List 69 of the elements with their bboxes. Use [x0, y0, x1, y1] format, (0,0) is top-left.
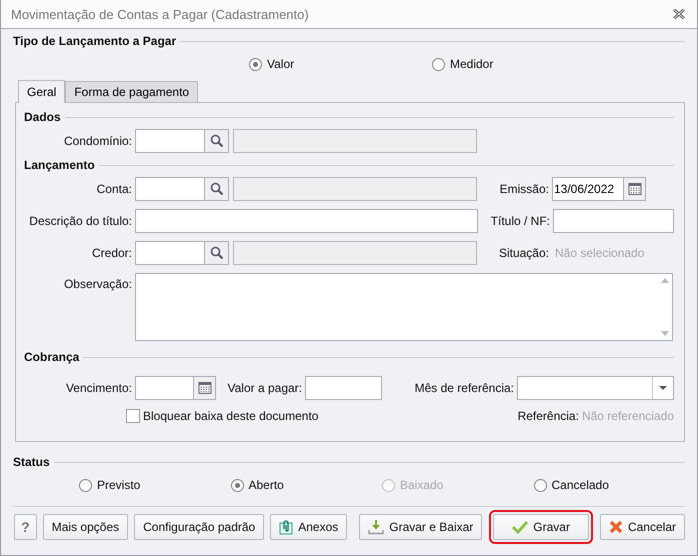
checkbox[interactable] — [126, 409, 140, 423]
field-label: Descrição do título: — [28, 214, 132, 228]
text-area[interactable] — [135, 273, 673, 341]
field-label: Credor: — [90, 246, 132, 260]
search-button[interactable] — [205, 177, 229, 201]
action-button[interactable]: Configuração padrão — [134, 514, 264, 540]
field-label: Mês de referência: — [414, 381, 514, 395]
dropdown-icon — [659, 386, 667, 390]
scroll-up-icon[interactable] — [660, 278, 668, 283]
close-icon[interactable] — [673, 9, 685, 19]
radio-label: Cancelado — [552, 478, 609, 492]
check-icon — [512, 520, 528, 534]
section-heading: Dados — [24, 110, 61, 124]
text-field[interactable] — [553, 209, 674, 233]
action-button[interactable]: Cancelar — [600, 514, 685, 540]
field-label: Vencimento: — [64, 381, 132, 395]
radio-label: Aberto — [248, 478, 284, 492]
calendar-button[interactable] — [194, 376, 216, 400]
action-button[interactable]: Gravar e Baixar — [359, 514, 482, 540]
radio-label: Baixado — [400, 478, 444, 492]
section-heading: Status — [13, 455, 50, 469]
search-icon — [210, 246, 224, 260]
radio-label: Previsto — [97, 478, 140, 492]
code-field[interactable] — [135, 129, 205, 153]
radio-button[interactable] — [230, 478, 244, 492]
date-field[interactable]: 13/06/2022 — [552, 177, 624, 201]
section-heading: Lançamento — [24, 158, 95, 172]
window-title: Movimentação de Contas a Pagar (Cadastramento) — [11, 6, 310, 22]
month-dropdown[interactable] — [517, 376, 674, 400]
calendar-button[interactable] — [624, 177, 646, 201]
field-label: Conta: — [96, 182, 132, 196]
section-heading: Tipo de Lançamento a Pagar — [13, 34, 176, 48]
text-field[interactable] — [135, 209, 478, 233]
search-button[interactable] — [205, 129, 229, 153]
field-label: Valor a pagar: — [226, 381, 302, 395]
tab[interactable]: Geral — [18, 80, 66, 103]
field-label: Título / NF: — [490, 214, 550, 228]
search-icon — [210, 134, 224, 148]
search-button[interactable] — [205, 241, 229, 265]
checkbox-label: Bloquear baixa deste documento — [143, 409, 318, 423]
amount-field[interactable] — [305, 376, 382, 400]
download-icon — [368, 519, 384, 535]
cancel-icon — [608, 520, 623, 534]
date-field[interactable] — [135, 376, 194, 400]
radio-button[interactable] — [432, 58, 445, 70]
action-button[interactable]: Mais opções — [42, 514, 128, 540]
field-label: Condomínio: — [62, 134, 132, 148]
action-button[interactable]: Anexos — [270, 514, 348, 540]
search-icon — [210, 182, 224, 196]
status-value: Não selecionado — [555, 246, 644, 260]
radio-label: Medidor — [450, 57, 494, 71]
radio-label: Valor — [267, 57, 294, 71]
code-field[interactable] — [135, 241, 205, 265]
field-label: Emissão: — [498, 182, 549, 196]
code-field[interactable] — [135, 177, 205, 201]
reference-value: Não referenciado — [582, 409, 674, 423]
field-label: Referência: — [518, 409, 579, 423]
tab[interactable]: Forma de pagamento — [65, 81, 198, 102]
radio-button[interactable] — [79, 478, 92, 492]
radio-button[interactable] — [534, 478, 546, 492]
field-label: Observação: — [62, 276, 132, 291]
field-label: Situação: — [498, 246, 549, 260]
calendar-icon — [198, 381, 212, 395]
calendar-icon — [628, 182, 642, 196]
section-heading: Cobrança — [24, 350, 80, 364]
help-button[interactable]: ? — [14, 514, 37, 540]
scroll-down-icon[interactable] — [660, 331, 668, 336]
paperclip-icon — [279, 520, 294, 534]
radio-button[interactable] — [249, 58, 262, 70]
